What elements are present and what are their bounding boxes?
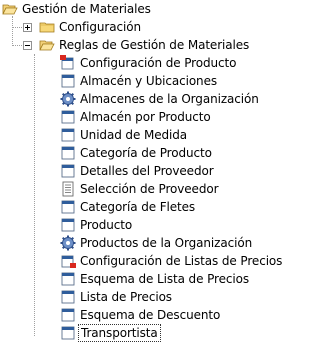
tree-item-label: Almacén y Ubicaciones (80, 74, 218, 88)
window-icon (61, 326, 75, 340)
tree-item-label: Unidad de Medida (80, 128, 187, 142)
tree-item-transportista[interactable]: Transportista (60, 324, 161, 342)
menu-tree: Gestión de Materiales Configuración Regl… (0, 0, 283, 345)
window-icon (61, 200, 75, 214)
tree-item-label: Selección de Proveedor (80, 182, 219, 196)
report-icon (62, 181, 74, 197)
tree-item-almacen-producto[interactable]: Almacén por Producto (60, 108, 212, 126)
window-icon (61, 146, 75, 160)
tree-node-label: Gestión de Materiales (22, 2, 151, 16)
tree-node-gestion-materiales[interactable]: Gestión de Materiales (2, 0, 152, 18)
tree-node-reglas-gestion[interactable]: Reglas de Gestión de Materiales (39, 36, 250, 54)
folder-open-icon (2, 4, 18, 15)
tree-item-label: Esquema de Lista de Precios (80, 272, 249, 286)
tree-node-configuracion[interactable]: Configuración (39, 18, 142, 36)
window-icon (61, 74, 75, 88)
tree-item-label: Configuración de Producto (80, 56, 237, 70)
tree-item-label: Categoría de Fletes (80, 200, 196, 214)
tree-item-label: Esquema de Descuento (80, 308, 221, 322)
tree-item-label: Transportista (78, 324, 161, 342)
window-icon (61, 308, 75, 322)
folder-closed-icon (39, 22, 55, 33)
tree-item-configuracion-producto[interactable]: Configuración de Producto (60, 54, 237, 72)
gear-icon (60, 91, 76, 107)
expand-toggle-configuracion[interactable] (23, 23, 32, 32)
tree-item-unidad-medida[interactable]: Unidad de Medida (60, 126, 188, 144)
tree-item-label: Lista de Precios (80, 290, 172, 304)
collapse-toggle-reglas[interactable] (23, 41, 32, 50)
tree-item-productos-organizacion[interactable]: Productos de la Organización (60, 234, 253, 252)
window-red-icon (61, 255, 76, 268)
window-icon (61, 218, 75, 232)
window-icon (61, 290, 75, 304)
window-red-icon (60, 55, 74, 70)
folder-open-icon (39, 40, 55, 51)
window-icon (61, 272, 75, 286)
tree-item-lista-precios[interactable]: Lista de Precios (60, 288, 173, 306)
tree-item-almacen-ubicaciones[interactable]: Almacén y Ubicaciones (60, 72, 218, 90)
window-icon (61, 128, 75, 142)
tree-item-esquema-descuento[interactable]: Esquema de Descuento (60, 306, 221, 324)
tree-item-label: Almacén por Producto (80, 110, 211, 124)
tree-item-label: Producto (80, 218, 133, 232)
tree-item-label: Almacenes de la Organización (80, 92, 259, 106)
gear-icon (60, 235, 76, 251)
tree-item-configuracion-listas-precios[interactable]: Configuración de Listas de Precios (60, 252, 283, 270)
tree-item-seleccion-proveedor[interactable]: Selección de Proveedor (60, 180, 219, 198)
tree-item-label: Categoría de Producto (80, 146, 212, 160)
tree-item-almacenes-organizacion[interactable]: Almacenes de la Organización (60, 90, 260, 108)
tree-node-label: Reglas de Gestión de Materiales (59, 38, 250, 52)
tree-item-esquema-lista-precios[interactable]: Esquema de Lista de Precios (60, 270, 250, 288)
tree-item-categoria-producto[interactable]: Categoría de Producto (60, 144, 213, 162)
tree-connector (34, 54, 35, 336)
tree-item-label: Configuración de Listas de Precios (80, 254, 283, 268)
tree-item-producto[interactable]: Producto (60, 216, 133, 234)
tree-item-label: Productos de la Organización (80, 236, 253, 250)
window-icon (61, 110, 75, 124)
tree-item-label: Detalles del Proveedor (80, 164, 214, 178)
tree-connector (12, 16, 13, 46)
tree-item-categoria-fletes[interactable]: Categoría de Fletes (60, 198, 196, 216)
window-icon (61, 164, 75, 178)
tree-item-detalles-proveedor[interactable]: Detalles del Proveedor (60, 162, 215, 180)
tree-node-label: Configuración (59, 20, 141, 34)
